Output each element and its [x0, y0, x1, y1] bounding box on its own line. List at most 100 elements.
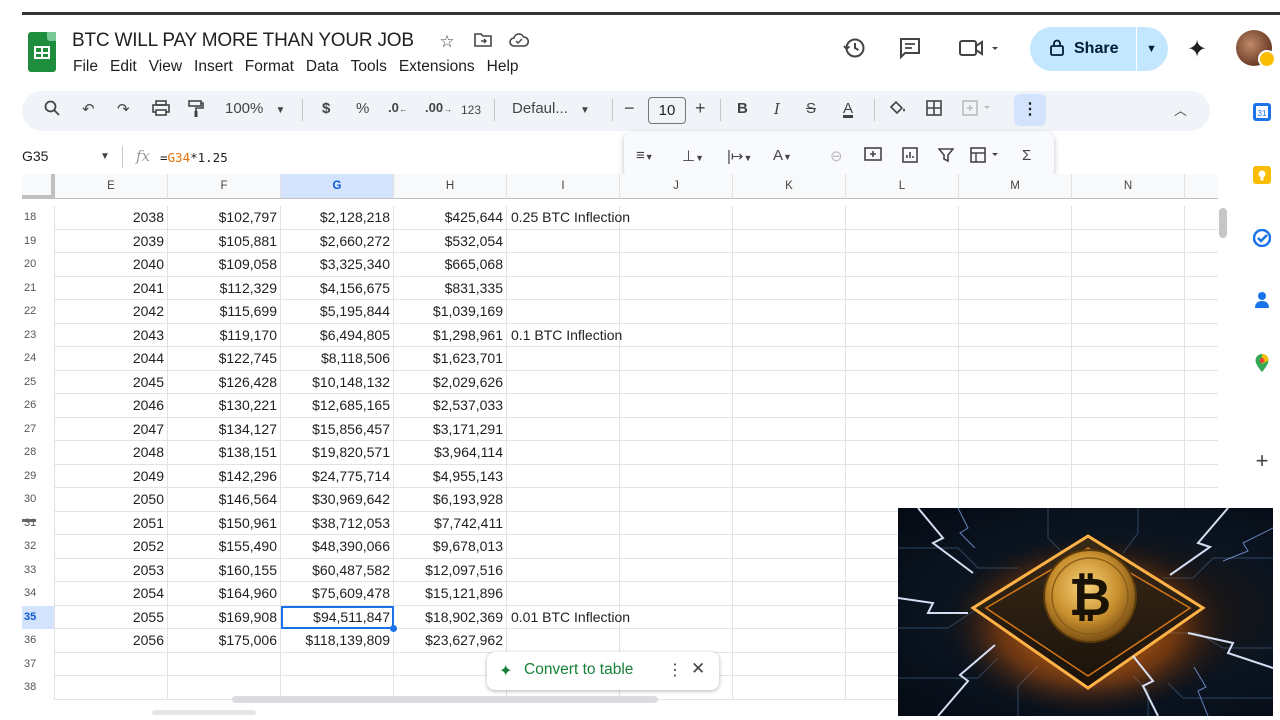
avatar[interactable] — [1236, 30, 1276, 68]
row-header[interactable]: 21 — [22, 276, 55, 300]
cell-empty[interactable] — [733, 629, 846, 653]
cell-empty[interactable] — [846, 253, 959, 277]
cell-empty[interactable] — [1185, 441, 1218, 465]
cell-e[interactable]: 2054 — [55, 582, 168, 606]
italic-button[interactable]: I — [774, 100, 780, 118]
cell-i[interactable] — [507, 347, 620, 371]
insert-link-icon[interactable]: ⊖ — [830, 147, 843, 165]
cell-empty[interactable] — [733, 535, 846, 559]
cell-empty[interactable] — [733, 558, 846, 582]
cell-empty[interactable] — [620, 394, 733, 418]
cell-h[interactable]: $18,902,369 — [394, 605, 507, 629]
cell-empty[interactable] — [733, 206, 846, 230]
cell-h[interactable]: $1,298,961 — [394, 323, 507, 347]
menu-edit[interactable]: Edit — [110, 58, 137, 76]
cell-empty[interactable] — [733, 652, 846, 676]
cell-empty[interactable] — [1185, 230, 1218, 253]
name-box[interactable]: G35 — [22, 148, 48, 164]
cell-empty[interactable] — [1185, 300, 1218, 324]
cell-g[interactable]: $30,969,642 — [281, 488, 394, 512]
cell-f[interactable]: $160,155 — [168, 558, 281, 582]
cell-h[interactable]: $2,537,033 — [394, 394, 507, 418]
add-addon-icon[interactable]: + — [1253, 450, 1271, 472]
cell-e[interactable] — [55, 652, 168, 676]
more-options-icon[interactable]: ⋮ — [667, 660, 683, 680]
cell-g[interactable]: $10,148,132 — [281, 370, 394, 394]
cell-empty[interactable] — [959, 441, 1072, 465]
cell-i[interactable] — [507, 629, 620, 653]
row-header[interactable]: 37 — [22, 652, 55, 676]
cell-e[interactable]: 2038 — [55, 206, 168, 230]
cell-empty[interactable] — [959, 323, 1072, 347]
cell-g[interactable] — [281, 652, 394, 676]
cell-empty[interactable] — [846, 300, 959, 324]
cell-h[interactable]: $4,955,143 — [394, 464, 507, 488]
cell-empty[interactable] — [620, 347, 733, 371]
row-header[interactable]: 27 — [22, 417, 55, 441]
cell-empty[interactable] — [846, 323, 959, 347]
row-header[interactable]: 31 — [22, 511, 55, 535]
cell-i[interactable]: 0.01 BTC Inflection — [507, 605, 630, 629]
text-rotation-icon[interactable]: A▼ — [773, 147, 792, 164]
cell-g[interactable]: $38,712,053 — [281, 511, 394, 535]
cell-h[interactable]: $6,193,928 — [394, 488, 507, 512]
cell-i[interactable] — [507, 582, 620, 606]
cell-i[interactable] — [507, 300, 620, 324]
cell-empty[interactable] — [1072, 323, 1185, 347]
cell-h[interactable]: $15,121,896 — [394, 582, 507, 606]
cell-empty[interactable] — [733, 370, 846, 394]
more-toolbar-options-button[interactable]: ⋮ — [1014, 94, 1046, 126]
cell-h[interactable]: $12,097,516 — [394, 558, 507, 582]
cell-i[interactable] — [507, 253, 620, 277]
star-icon[interactable]: ☆ — [436, 32, 458, 52]
close-icon[interactable]: ✕ — [691, 659, 705, 679]
cell-g[interactable]: $2,128,218 — [281, 206, 394, 230]
cell-empty[interactable] — [620, 629, 733, 653]
cell-empty[interactable] — [620, 464, 733, 488]
cell-empty[interactable] — [620, 370, 733, 394]
cell-empty[interactable] — [620, 441, 733, 465]
cell-e[interactable]: 2050 — [55, 488, 168, 512]
cell-g[interactable]: $3,325,340 — [281, 253, 394, 277]
cell-empty[interactable] — [846, 229, 959, 253]
cell-f[interactable]: $142,296 — [168, 464, 281, 488]
cell-empty[interactable] — [733, 464, 846, 488]
keep-icon[interactable] — [1253, 166, 1271, 184]
vertical-scrollbar[interactable] — [1219, 208, 1227, 238]
row-header[interactable]: 20 — [22, 253, 55, 277]
cell-empty[interactable] — [620, 511, 733, 535]
cell-h[interactable]: $831,335 — [394, 276, 507, 300]
cell-empty[interactable] — [620, 582, 733, 606]
cell-f[interactable]: $150,961 — [168, 511, 281, 535]
name-box-caret-icon[interactable]: ▼ — [100, 151, 110, 162]
text-wrapping-icon[interactable]: |↦▼ — [727, 147, 752, 165]
cell-h[interactable]: $3,171,291 — [394, 417, 507, 441]
cell-e[interactable]: 2053 — [55, 558, 168, 582]
row-header[interactable]: 34 — [22, 582, 55, 606]
cell-e[interactable]: 2052 — [55, 535, 168, 559]
cell-g[interactable]: $5,195,844 — [281, 300, 394, 324]
cell-empty[interactable] — [1072, 300, 1185, 324]
merge-cells-icon[interactable] — [962, 100, 992, 120]
row-header[interactable]: 25 — [22, 370, 55, 394]
cell-g[interactable]: $118,139,809 — [281, 629, 394, 653]
cell-empty[interactable] — [733, 582, 846, 606]
horizontal-align-icon[interactable]: ≡▼ — [636, 147, 654, 164]
cell-empty[interactable] — [1072, 253, 1185, 277]
cell-empty[interactable] — [846, 464, 959, 488]
cell-f[interactable]: $119,170 — [168, 323, 281, 347]
cell-empty[interactable] — [846, 394, 959, 418]
cell-g[interactable]: $4,156,675 — [281, 276, 394, 300]
vertical-align-icon[interactable]: ⊥▼ — [682, 147, 704, 165]
cell-e[interactable] — [55, 676, 168, 700]
cell-f[interactable]: $134,127 — [168, 417, 281, 441]
row-header[interactable]: 38 — [22, 676, 55, 700]
cell-f[interactable]: $175,006 — [168, 629, 281, 653]
cell-empty[interactable] — [620, 276, 733, 300]
cell-empty[interactable] — [1185, 418, 1218, 441]
sheets-logo-icon[interactable] — [28, 32, 56, 72]
cell-f[interactable]: $102,797 — [168, 206, 281, 230]
cell-h[interactable]: $1,623,701 — [394, 347, 507, 371]
cell-g[interactable]: $75,609,478 — [281, 582, 394, 606]
column-header-i[interactable]: I — [507, 174, 620, 199]
